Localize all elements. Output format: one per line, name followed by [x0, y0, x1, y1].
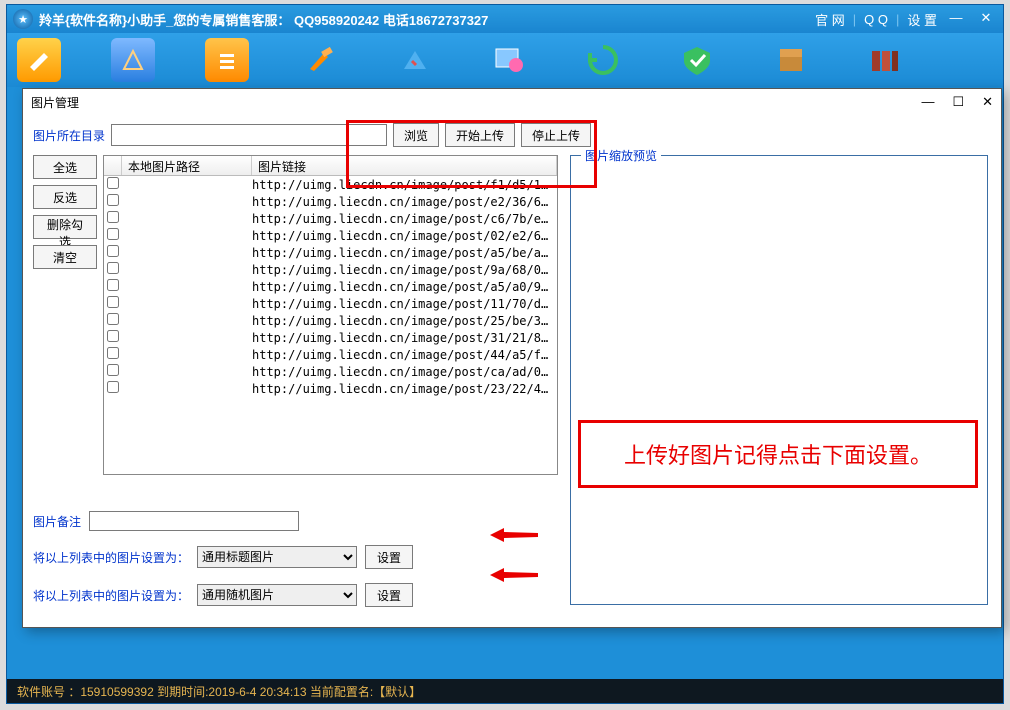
table-row[interactable]: http://uimg.liecdn.cn/image/post/ca/ad/0…	[104, 363, 557, 380]
table-row[interactable]: http://uimg.liecdn.cn/image/post/a5/be/a…	[104, 244, 557, 261]
toolbar-icon-9[interactable]	[769, 38, 813, 82]
title-bar: ★ 羚羊{软件名称}小助手_您的专属销售客服： QQ958920242 电话18…	[7, 5, 1003, 33]
row-link: http://uimg.liecdn.cn/image/post/44/a5/f…	[252, 348, 557, 362]
start-upload-button[interactable]: 开始上传	[445, 123, 515, 147]
table-row[interactable]: http://uimg.liecdn.cn/image/post/c6/7b/e…	[104, 210, 557, 227]
preview-label: 图片缩放预览	[581, 147, 661, 164]
minimize-button[interactable]: —	[945, 10, 967, 28]
row-link: http://uimg.liecdn.cn/image/post/25/be/3…	[252, 314, 557, 328]
row-checkbox[interactable]	[107, 177, 119, 189]
stop-upload-button[interactable]: 停止上传	[521, 123, 591, 147]
close-button[interactable]: ✕	[975, 10, 997, 28]
dir-input[interactable]	[111, 124, 387, 146]
table-row[interactable]: http://uimg.liecdn.cn/image/post/25/be/3…	[104, 312, 557, 329]
row-checkbox[interactable]	[107, 330, 119, 342]
arrow-icon	[490, 528, 538, 542]
toolbar-icon-5[interactable]	[393, 38, 437, 82]
row-link: http://uimg.liecdn.cn/image/post/ca/ad/0…	[252, 365, 557, 379]
table-row[interactable]: http://uimg.liecdn.cn/image/post/31/21/8…	[104, 329, 557, 346]
clear-button[interactable]: 清空	[33, 245, 97, 269]
browse-button[interactable]: 浏览	[393, 123, 439, 147]
row-checkbox[interactable]	[107, 194, 119, 206]
table-row[interactable]: http://uimg.liecdn.cn/image/post/02/e2/6…	[104, 227, 557, 244]
row-checkbox[interactable]	[107, 262, 119, 274]
set-select-2[interactable]: 通用随机图片	[197, 584, 357, 606]
toolbar-icon-7[interactable]	[581, 38, 625, 82]
annotation-box-2: 上传好图片记得点击下面设置。	[578, 420, 978, 488]
toolbar-icon-1[interactable]	[17, 38, 61, 82]
row-checkbox[interactable]	[107, 279, 119, 291]
row-checkbox[interactable]	[107, 347, 119, 359]
set-select-1[interactable]: 通用标题图片	[197, 546, 357, 568]
nav-guanwang[interactable]: 官 网	[815, 10, 845, 29]
row-link: http://uimg.liecdn.cn/image/post/11/70/d…	[252, 297, 557, 311]
annotation-text: 上传好图片记得点击下面设置。	[624, 438, 932, 470]
row-link: http://uimg.liecdn.cn/image/post/9a/68/0…	[252, 263, 557, 277]
app-title: 羚羊{软件名称}小助手_您的专属销售客服： QQ958920242 电话1867…	[39, 10, 488, 29]
main-toolbar	[7, 33, 1003, 87]
toolbar-icon-4[interactable]	[299, 38, 343, 82]
delete-checked-button[interactable]: 删除勾选	[33, 215, 97, 239]
set-label-1: 将以上列表中的图片设置为：	[33, 549, 189, 566]
toolbar-icon-8[interactable]	[675, 38, 719, 82]
toolbar-icon-6[interactable]	[487, 38, 531, 82]
remark-label: 图片备注	[33, 513, 81, 530]
row-link: http://uimg.liecdn.cn/image/post/c6/7b/e…	[252, 212, 557, 226]
row-checkbox[interactable]	[107, 211, 119, 223]
row-link: http://uimg.liecdn.cn/image/post/a5/a0/9…	[252, 280, 557, 294]
invert-select-button[interactable]: 反选	[33, 185, 97, 209]
dialog-close-button[interactable]: ✕	[982, 94, 993, 110]
table-row[interactable]: http://uimg.liecdn.cn/image/post/23/22/4…	[104, 380, 557, 397]
col-path: 本地图片路径	[122, 156, 252, 175]
dialog-maximize-button[interactable]: ☐	[952, 94, 964, 110]
row-link: http://uimg.liecdn.cn/image/post/e2/36/6…	[252, 195, 557, 209]
dialog-title: 图片管理	[31, 94, 79, 111]
toolbar-icon-3[interactable]	[205, 38, 249, 82]
status-bar: 软件账号 ：15910599392 到期时间:2019-6-4 20:34:13…	[7, 679, 1003, 703]
row-link: http://uimg.liecdn.cn/image/post/a5/be/a…	[252, 246, 557, 260]
table-row[interactable]: http://uimg.liecdn.cn/image/post/11/70/d…	[104, 295, 557, 312]
table-row[interactable]: http://uimg.liecdn.cn/image/post/a5/a0/9…	[104, 278, 557, 295]
row-link: http://uimg.liecdn.cn/image/post/02/e2/6…	[252, 229, 557, 243]
row-checkbox[interactable]	[107, 245, 119, 257]
nav-qq[interactable]: Q Q	[864, 12, 888, 27]
set-label-2: 将以上列表中的图片设置为：	[33, 587, 189, 604]
set-button-1[interactable]: 设置	[365, 545, 413, 569]
toolbar-icon-10[interactable]	[863, 38, 907, 82]
table-row[interactable]: http://uimg.liecdn.cn/image/post/f1/d5/1…	[104, 176, 557, 193]
row-checkbox[interactable]	[107, 364, 119, 376]
dialog-minimize-button[interactable]: —	[921, 94, 934, 110]
image-manager-dialog: 图片管理 — ☐ ✕ 图片所在目录 浏览 开始上传 停止上传 全选 反选 删除勾…	[22, 88, 1002, 628]
select-all-button[interactable]: 全选	[33, 155, 97, 179]
row-link: http://uimg.liecdn.cn/image/post/f1/d5/1…	[252, 178, 557, 192]
table-row[interactable]: http://uimg.liecdn.cn/image/post/44/a5/f…	[104, 346, 557, 363]
row-link: http://uimg.liecdn.cn/image/post/31/21/8…	[252, 331, 557, 345]
status-text: 软件账号 ：15910599392 到期时间:2019-6-4 20:34:13…	[17, 683, 421, 700]
nav-settings[interactable]: 设 置	[907, 10, 937, 29]
arrow-icon	[490, 568, 538, 582]
row-checkbox[interactable]	[107, 313, 119, 325]
table-row[interactable]: http://uimg.liecdn.cn/image/post/9a/68/0…	[104, 261, 557, 278]
table-row[interactable]: http://uimg.liecdn.cn/image/post/e2/36/6…	[104, 193, 557, 210]
row-checkbox[interactable]	[107, 296, 119, 308]
remark-input[interactable]	[89, 511, 299, 531]
image-table: 本地图片路径 图片链接 http://uimg.liecdn.cn/image/…	[103, 155, 558, 475]
col-link: 图片链接	[252, 156, 557, 175]
row-checkbox[interactable]	[107, 228, 119, 240]
toolbar-icon-2[interactable]	[111, 38, 155, 82]
row-link: http://uimg.liecdn.cn/image/post/23/22/4…	[252, 382, 557, 396]
preview-panel: 图片缩放预览	[570, 155, 988, 605]
set-button-2[interactable]: 设置	[365, 583, 413, 607]
row-checkbox[interactable]	[107, 381, 119, 393]
app-logo-icon: ★	[13, 9, 33, 29]
dir-label: 图片所在目录	[33, 127, 105, 144]
